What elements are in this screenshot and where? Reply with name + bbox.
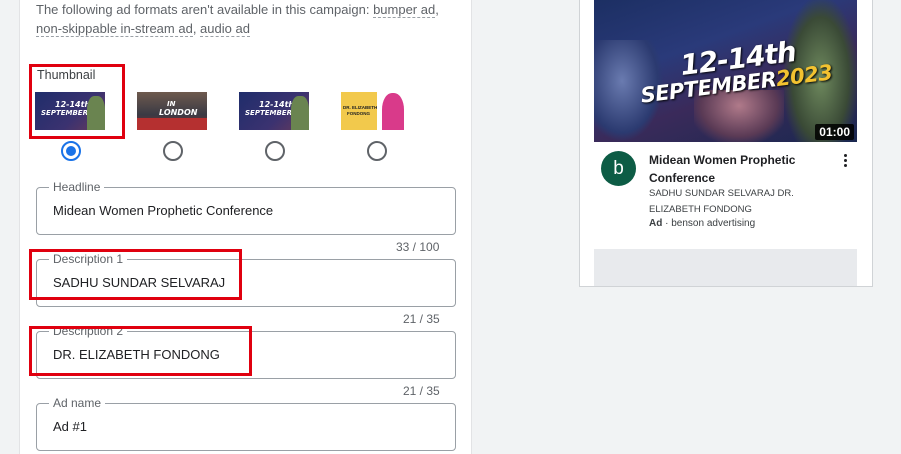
thumb-speaker-figure bbox=[382, 93, 404, 130]
non-skippable-ad-link[interactable]: non-skippable in-stream ad bbox=[36, 21, 193, 37]
audio-ad-link[interactable]: audio ad bbox=[200, 21, 250, 37]
thumb-figure bbox=[87, 96, 105, 130]
notice-separator: , bbox=[192, 21, 201, 36]
thumb-figure bbox=[291, 96, 309, 130]
thumbnail-option-1[interactable]: 12-14th SEPTEMBER bbox=[35, 92, 105, 130]
thumb-text-line1: 12-14th bbox=[55, 100, 91, 109]
thumb-text-line1: IN bbox=[167, 100, 176, 108]
ad-name-label: Ad name bbox=[49, 396, 106, 410]
thumb-text-line1: 12-14th bbox=[259, 100, 295, 109]
thumb-text-line2: FONDONG bbox=[347, 111, 370, 116]
preview-ad-meta: Ad · benson advertising bbox=[649, 218, 755, 229]
headline-value[interactable]: Midean Women Prophetic Conference bbox=[53, 203, 273, 218]
description-2-label: Description 2 bbox=[49, 324, 128, 338]
thumb-text-line2: SEPTEMBER bbox=[245, 109, 292, 117]
notice-separator: , bbox=[435, 2, 439, 17]
headline-field[interactable]: Headline Midean Women Prophetic Conferen… bbox=[36, 180, 456, 235]
video-duration-badge: 01:00 bbox=[815, 124, 854, 140]
preview-ad-description: SADHU SUNDAR SELVARAJ DR. ELIZABETH FOND… bbox=[649, 188, 794, 215]
more-options-icon[interactable] bbox=[838, 152, 852, 172]
ad-name-value[interactable]: Ad #1 bbox=[53, 419, 87, 434]
thumb-bus bbox=[137, 118, 207, 130]
headline-char-counter: 33 / 100 bbox=[396, 240, 440, 254]
preview-card-footer bbox=[594, 249, 857, 286]
thumbnail-label: Thumbnail bbox=[37, 68, 96, 82]
preview-ad-title[interactable]: Midean Women Prophetic Conference bbox=[649, 151, 829, 187]
description-1-field[interactable]: Description 1 SADHU SUNDAR SELVARAJ bbox=[36, 252, 456, 307]
thumb-text-line2: SEPTEMBER bbox=[41, 109, 88, 117]
thumbnail-radio-1[interactable] bbox=[61, 141, 81, 161]
ad-name-field[interactable]: Ad name Ad #1 bbox=[36, 396, 456, 451]
description-1-value[interactable]: SADHU SUNDAR SELVARAJ bbox=[53, 275, 225, 290]
thumbnail-radio-2[interactable] bbox=[163, 141, 183, 161]
thumb-text-line2: LONDON bbox=[159, 108, 198, 117]
thumbnail-option-2[interactable]: IN LONDON bbox=[137, 92, 207, 130]
thumbnail-radio-3[interactable] bbox=[265, 141, 285, 161]
bumper-ad-link[interactable]: bumper ad bbox=[373, 2, 436, 18]
notice-text: The following ad formats aren't availabl… bbox=[36, 2, 374, 17]
thumb-text-line1: DR. ELIZABETH bbox=[343, 105, 378, 110]
description-2-field[interactable]: Description 2 DR. ELIZABETH FONDONG bbox=[36, 324, 456, 379]
channel-avatar: b bbox=[601, 151, 636, 186]
description-2-value[interactable]: DR. ELIZABETH FONDONG bbox=[53, 347, 220, 362]
thumbnail-option-3[interactable]: 12-14th SEPTEMBER bbox=[239, 92, 309, 130]
headline-label: Headline bbox=[49, 180, 105, 194]
advertiser-name: · benson advertising bbox=[662, 218, 756, 229]
description-1-char-counter: 21 / 35 bbox=[403, 312, 440, 326]
thumbnail-radio-4[interactable] bbox=[367, 141, 387, 161]
description-2-char-counter: 21 / 35 bbox=[403, 384, 440, 398]
preview-video-thumbnail[interactable]: 12-14th SEPTEMBER2023 01:00 bbox=[594, 0, 857, 142]
description-1-label: Description 1 bbox=[49, 252, 128, 266]
unavailable-formats-notice: The following ad formats aren't availabl… bbox=[36, 0, 466, 38]
thumbnail-option-4[interactable]: DR. ELIZABETH FONDONG bbox=[341, 92, 411, 130]
ad-badge: Ad bbox=[649, 218, 663, 229]
